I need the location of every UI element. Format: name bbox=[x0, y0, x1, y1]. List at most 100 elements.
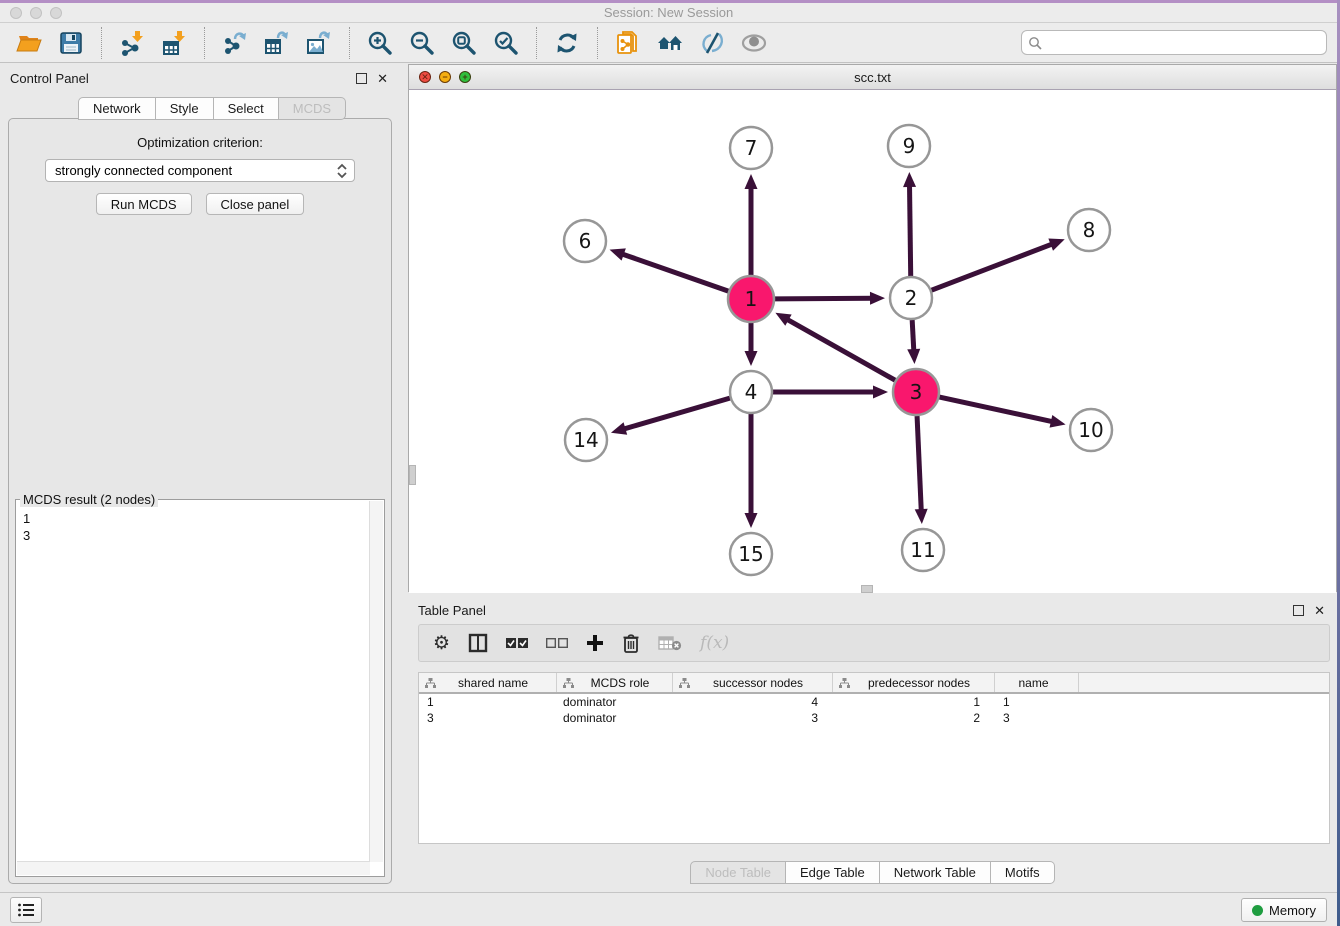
result-horizontal-scrollbar[interactable] bbox=[17, 861, 370, 875]
optimization-criterion-select[interactable]: strongly connected component bbox=[45, 159, 355, 182]
column-header-name[interactable]: name bbox=[995, 673, 1079, 692]
memory-button[interactable]: Memory bbox=[1241, 898, 1327, 922]
graph-node-9[interactable]: 9 bbox=[888, 125, 930, 167]
delete-column-button[interactable] bbox=[622, 631, 640, 655]
hide-graphics-details-icon bbox=[699, 30, 725, 56]
table-cell[interactable]: 4 bbox=[673, 695, 833, 709]
graph-edge-3-11[interactable] bbox=[917, 416, 921, 513]
task-history-button[interactable] bbox=[10, 897, 42, 923]
graph-node-8[interactable]: 8 bbox=[1068, 209, 1110, 251]
graph-node-4[interactable]: 4 bbox=[730, 371, 772, 413]
show-graphics-details-button[interactable] bbox=[739, 28, 769, 58]
network-canvas[interactable]: 7 9 6 8 1 2 4 3 14 10 15 11 bbox=[409, 90, 1336, 593]
export-image-button[interactable] bbox=[304, 28, 334, 58]
network-graph[interactable]: 7 9 6 8 1 2 4 3 14 10 15 11 bbox=[409, 90, 1336, 593]
table-cell[interactable]: 1 bbox=[833, 695, 995, 709]
list-icon bbox=[17, 902, 35, 918]
table-cell[interactable]: 3 bbox=[673, 711, 833, 725]
table-cell[interactable]: 1 bbox=[419, 695, 557, 709]
tab-network[interactable]: Network bbox=[78, 97, 156, 120]
graph-node-label: 11 bbox=[910, 538, 935, 562]
canvas-left-handle[interactable] bbox=[409, 465, 416, 485]
export-table-button[interactable] bbox=[262, 28, 292, 58]
tab-edge-table[interactable]: Edge Table bbox=[786, 861, 880, 884]
zoom-fit-button[interactable] bbox=[449, 28, 479, 58]
zoom-selected-button[interactable] bbox=[491, 28, 521, 58]
zoom-in-button[interactable] bbox=[365, 28, 395, 58]
table-cell[interactable]: dominator bbox=[557, 711, 673, 725]
open-session-button[interactable] bbox=[14, 28, 44, 58]
import-network-icon bbox=[119, 30, 145, 56]
node-table-header: shared name MCDS role successor nodes pr… bbox=[419, 673, 1329, 694]
column-header-shared-name[interactable]: shared name bbox=[419, 673, 557, 692]
deselect-all-button[interactable] bbox=[546, 631, 568, 655]
toggle-columns-button[interactable] bbox=[468, 631, 488, 655]
graph-node-15[interactable]: 15 bbox=[730, 533, 772, 575]
table-cell[interactable]: 1 bbox=[995, 695, 1079, 709]
column-header-mcds-role[interactable]: MCDS role bbox=[557, 673, 673, 692]
table-cell[interactable]: dominator bbox=[557, 695, 673, 709]
graph-node-label: 10 bbox=[1078, 418, 1103, 442]
graph-node-2[interactable]: 2 bbox=[890, 277, 932, 319]
graph-node-1[interactable]: 1 bbox=[728, 276, 774, 322]
import-table-button[interactable] bbox=[159, 28, 189, 58]
tab-node-table[interactable]: Node Table bbox=[690, 861, 786, 884]
hide-graphics-details-button[interactable] bbox=[697, 28, 727, 58]
select-all-icon bbox=[506, 637, 528, 649]
tab-network-table[interactable]: Network Table bbox=[880, 861, 991, 884]
result-vertical-scrollbar[interactable] bbox=[369, 501, 383, 862]
close-panel-button[interactable]: Close panel bbox=[206, 193, 305, 215]
tab-style[interactable]: Style bbox=[156, 97, 214, 120]
table-cell[interactable]: 3 bbox=[995, 711, 1079, 725]
refresh-button[interactable] bbox=[552, 28, 582, 58]
tab-motifs[interactable]: Motifs bbox=[991, 861, 1055, 884]
graph-edge-2-9[interactable] bbox=[909, 183, 910, 276]
graph-node-label: 7 bbox=[745, 136, 758, 160]
close-panel-icon[interactable]: ✕ bbox=[377, 72, 388, 85]
import-network-button[interactable] bbox=[117, 28, 147, 58]
copy-network-button[interactable] bbox=[613, 28, 643, 58]
function-builder-button[interactable]: f(x) bbox=[700, 631, 729, 655]
graph-node-11[interactable]: 11 bbox=[902, 529, 944, 571]
toolbar-separator bbox=[349, 27, 350, 59]
home-button[interactable] bbox=[655, 28, 685, 58]
toolbar-separator bbox=[204, 27, 205, 59]
table-cell[interactable]: 3 bbox=[419, 711, 557, 725]
graph-edge-2-3[interactable] bbox=[912, 320, 914, 353]
add-column-button[interactable] bbox=[586, 631, 604, 655]
zoom-out-button[interactable] bbox=[407, 28, 437, 58]
table-cell[interactable]: 2 bbox=[833, 711, 995, 725]
graph-node-label: 2 bbox=[905, 286, 918, 310]
graph-node-14[interactable]: 14 bbox=[565, 419, 607, 461]
graph-node-7[interactable]: 7 bbox=[730, 127, 772, 169]
export-network-button[interactable] bbox=[220, 28, 250, 58]
run-mcds-button[interactable]: Run MCDS bbox=[96, 193, 192, 215]
close-table-panel-icon[interactable]: ✕ bbox=[1314, 604, 1325, 617]
graph-edge-1-6[interactable] bbox=[620, 253, 728, 291]
mcds-result-text[interactable]: 1 3 bbox=[17, 506, 370, 862]
graph-edge-2-8[interactable] bbox=[932, 243, 1055, 290]
node-table: shared name MCDS role successor nodes pr… bbox=[418, 672, 1330, 844]
search-input[interactable] bbox=[1046, 35, 1320, 51]
column-header-predecessor-nodes[interactable]: predecessor nodes bbox=[833, 673, 995, 692]
tab-select[interactable]: Select bbox=[214, 97, 279, 120]
graph-node-6[interactable]: 6 bbox=[564, 220, 606, 262]
graph-node-3[interactable]: 3 bbox=[893, 369, 939, 415]
save-session-button[interactable] bbox=[56, 28, 86, 58]
table-row[interactable]: 3dominator323 bbox=[419, 710, 1329, 726]
select-all-button[interactable] bbox=[506, 631, 528, 655]
graph-node-10[interactable]: 10 bbox=[1070, 409, 1112, 451]
tab-mcds[interactable]: MCDS bbox=[279, 97, 346, 120]
canvas-bottom-handle[interactable] bbox=[861, 585, 873, 593]
graph-edge-3-1[interactable] bbox=[785, 318, 895, 380]
table-row[interactable]: 1dominator411 bbox=[419, 694, 1329, 710]
delete-table-button[interactable] bbox=[658, 631, 682, 655]
float-table-panel-icon[interactable] bbox=[1293, 605, 1304, 616]
float-panel-icon[interactable] bbox=[356, 73, 367, 84]
table-options-button[interactable]: ⚙ bbox=[433, 631, 450, 655]
graph-edge-1-2[interactable] bbox=[775, 298, 874, 299]
search-field[interactable] bbox=[1021, 30, 1327, 55]
graph-edge-4-14[interactable] bbox=[622, 398, 730, 430]
column-header-successor-nodes[interactable]: successor nodes bbox=[673, 673, 833, 692]
graph-edge-3-10[interactable] bbox=[939, 397, 1054, 422]
